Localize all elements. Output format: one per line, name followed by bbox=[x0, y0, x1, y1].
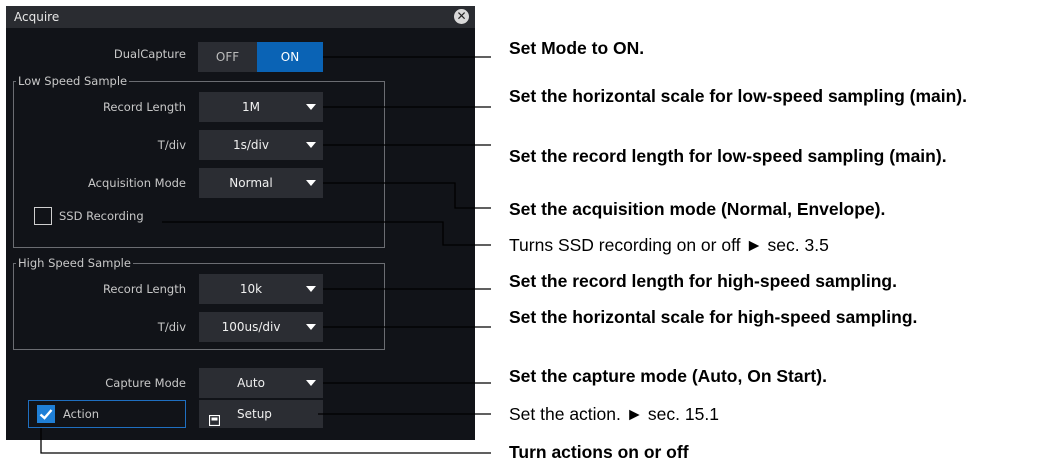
annotation-high-hscale: Set the horizontal scale for high-speed … bbox=[509, 307, 918, 327]
callout-lines bbox=[40, 56, 491, 454]
annotation-capture-mode: Set the capture mode (Auto, On Start). bbox=[509, 366, 827, 386]
annotation-low-reclen: Set the record length for low-speed samp… bbox=[509, 146, 947, 166]
annotation-acq-mode: Set the acquisition mode (Normal, Envelo… bbox=[509, 199, 886, 219]
annotation-ssd: Turns SSD recording on or off ► sec. 3.5 bbox=[509, 235, 829, 255]
annotation-mode-on: Set Mode to ON. bbox=[509, 38, 645, 58]
annotation-high-reclen: Set the record length for high-speed sam… bbox=[509, 271, 897, 291]
annotation-low-hscale: Set the horizontal scale for low-speed s… bbox=[509, 86, 967, 106]
annotation-action-onoff: Turn actions on or off bbox=[509, 442, 689, 462]
annotation-action-set: Set the action. ► sec. 15.1 bbox=[509, 404, 719, 424]
